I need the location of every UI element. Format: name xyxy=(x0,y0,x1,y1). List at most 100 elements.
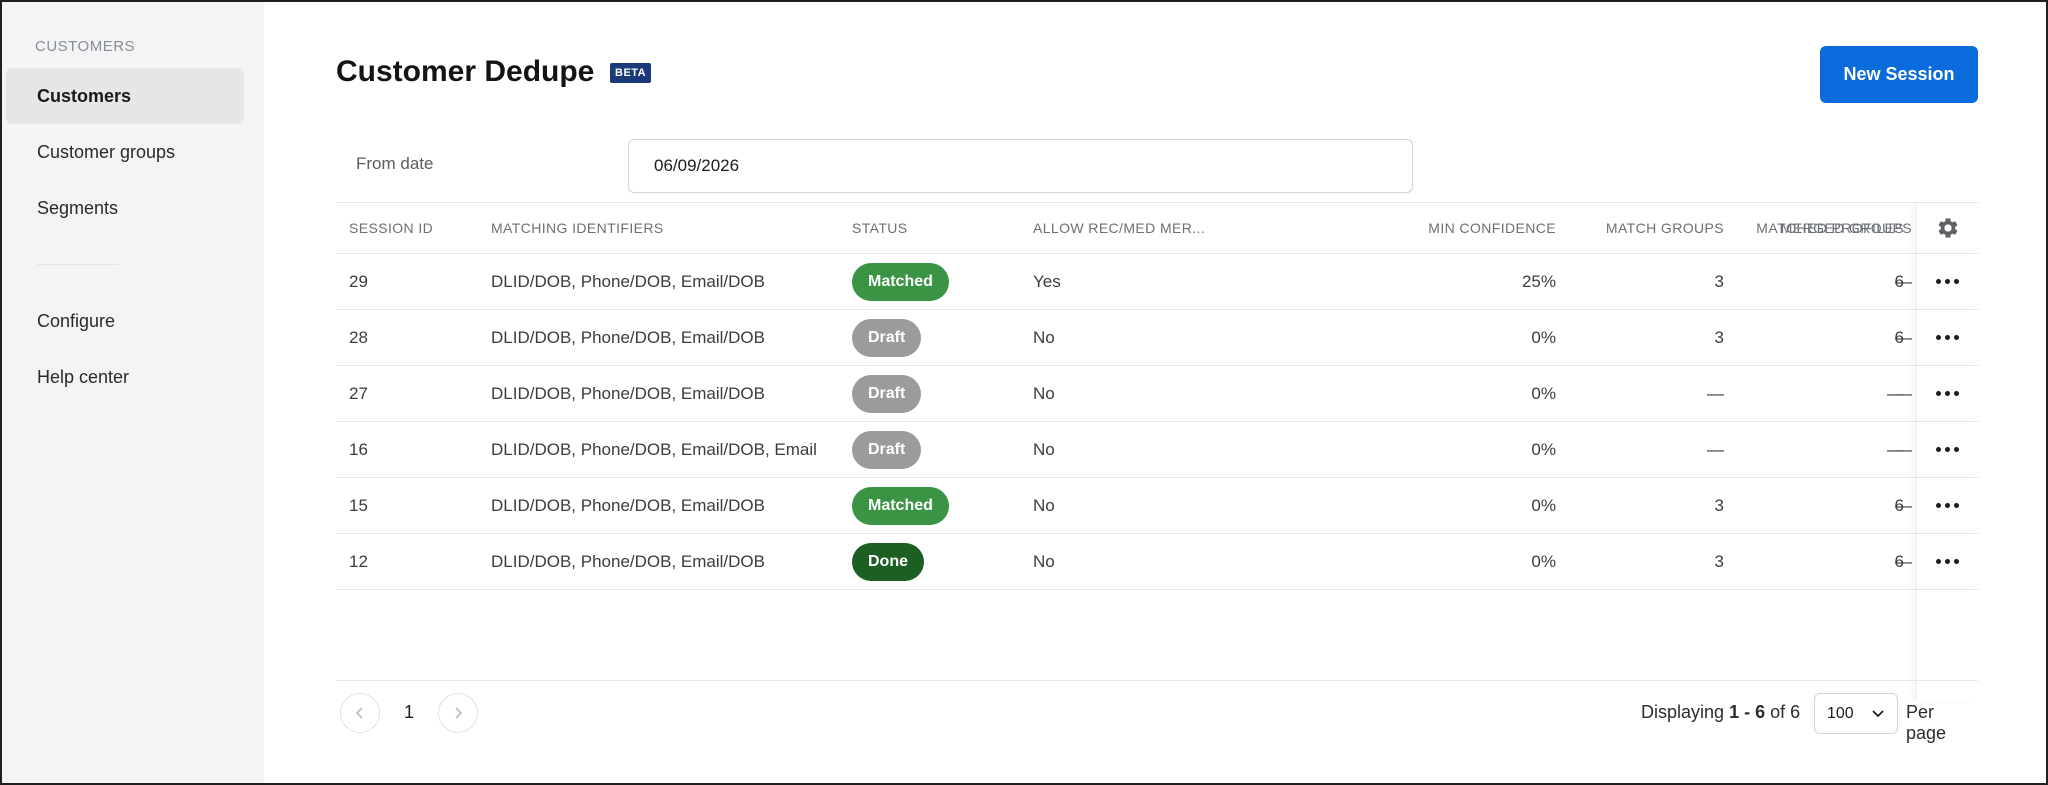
session-id-cell: 27 xyxy=(349,383,368,403)
status-cell: Draft xyxy=(852,310,922,365)
from-date-label: From date xyxy=(356,154,434,173)
matched-profiles-cell: 6 xyxy=(1894,551,1904,571)
column-header-matching-identifiers[interactable]: MATCHING IDENTIFIERS xyxy=(491,203,664,253)
match-groups-cell: 3 xyxy=(1714,327,1724,347)
matched-profiles-cell: — xyxy=(1887,383,1904,403)
session-id-cell: 16 xyxy=(349,439,368,459)
sidebar-item-segments[interactable]: Segments xyxy=(6,180,244,236)
page-title: Customer Dedupe xyxy=(336,55,595,88)
merged-groups-cell: — xyxy=(1895,439,1912,459)
session-id-cell: 12 xyxy=(349,551,368,571)
per-page-label: Per page xyxy=(1906,702,1947,743)
beta-badge: BETA xyxy=(610,63,652,83)
matched-profiles-cell: 6 xyxy=(1894,327,1904,347)
app-window: CUSTOMERS Customers Customer groups Segm… xyxy=(0,0,2048,785)
column-header-min-confidence[interactable]: MIN CONFIDENCE xyxy=(1236,203,1556,253)
sidebar-item-help-center[interactable]: Help center xyxy=(6,349,244,405)
status-badge: Matched xyxy=(852,486,949,525)
status-badge: Draft xyxy=(852,374,922,413)
status-cell: Matched xyxy=(852,478,949,533)
display-prefix: Displaying xyxy=(1641,702,1725,722)
match-groups-cell: 3 xyxy=(1714,551,1724,571)
status-badge: Matched xyxy=(852,262,949,301)
row-actions-button[interactable] xyxy=(1916,310,1978,365)
more-options-icon xyxy=(1936,559,1959,564)
allow-cell: No xyxy=(1033,551,1055,571)
more-options-icon xyxy=(1936,335,1959,340)
per-page-select[interactable]: 100 xyxy=(1814,693,1898,734)
allow-cell: No xyxy=(1033,327,1055,347)
pagination-bar: 1 Displaying 1 - 6 of 6 100 Per page xyxy=(336,680,1978,743)
status-badge: Done xyxy=(852,542,924,581)
min-confidence-cell: 0% xyxy=(1531,383,1556,403)
allow-cell: No xyxy=(1033,383,1055,403)
status-badge: Draft xyxy=(852,430,922,469)
merged-groups-cell: — xyxy=(1895,271,1912,291)
table-row[interactable]: 27 DLID/DOB, Phone/DOB, Email/DOB Draft … xyxy=(336,365,1978,421)
match-groups-cell: — xyxy=(1707,383,1724,403)
column-header-session-id[interactable]: SESSION ID xyxy=(349,203,433,253)
column-header-allow-rec-med[interactable]: ALLOW REC/MED MER... xyxy=(1033,203,1205,253)
sessions-table: SESSION ID MATCHING IDENTIFIERS STATUS A… xyxy=(336,202,1978,701)
row-actions-button[interactable] xyxy=(1916,422,1978,477)
row-actions-button[interactable] xyxy=(1916,478,1978,533)
merged-groups-cell: — xyxy=(1895,383,1912,403)
main-content: Customer Dedupe BETA New Session From da… xyxy=(264,2,2046,783)
from-date-input[interactable] xyxy=(628,139,1413,193)
sidebar-item-label: Customers xyxy=(37,85,132,106)
min-confidence-cell: 0% xyxy=(1531,439,1556,459)
min-confidence-cell: 0% xyxy=(1531,551,1556,571)
merged-groups-cell: — xyxy=(1895,495,1912,515)
matching-identifiers-cell: DLID/DOB, Phone/DOB, Email/DOB xyxy=(491,551,765,571)
column-header-match-groups[interactable]: MATCH GROUPS xyxy=(1564,203,1724,253)
table-row[interactable]: 12 DLID/DOB, Phone/DOB, Email/DOB Done N… xyxy=(336,533,1978,589)
matching-identifiers-cell: DLID/DOB, Phone/DOB, Email/DOB xyxy=(491,383,765,403)
status-cell: Matched xyxy=(852,254,949,309)
column-header-status[interactable]: STATUS xyxy=(852,203,908,253)
table-row[interactable]: 16 DLID/DOB, Phone/DOB, Email/DOB, Email… xyxy=(336,421,1978,477)
match-groups-cell: 3 xyxy=(1714,495,1724,515)
sidebar-item-customers[interactable]: Customers xyxy=(6,68,244,124)
table-row[interactable]: 28 DLID/DOB, Phone/DOB, Email/DOB Draft … xyxy=(336,309,1978,365)
current-page-number[interactable]: 1 xyxy=(404,702,414,723)
display-total: of 6 xyxy=(1770,702,1801,722)
row-actions-button[interactable] xyxy=(1916,534,1978,589)
matching-identifiers-cell: DLID/DOB, Phone/DOB, Email/DOB xyxy=(491,495,765,515)
next-page-button[interactable] xyxy=(438,693,478,733)
matching-identifiers-cell: DLID/DOB, Phone/DOB, Email/DOB, Email xyxy=(491,439,817,459)
status-cell: Done xyxy=(852,534,924,589)
chevron-left-icon xyxy=(355,707,363,719)
column-header-merged-groups[interactable]: MERGED GROUPS xyxy=(1781,203,1912,253)
min-confidence-cell: 25% xyxy=(1521,271,1556,291)
previous-page-button[interactable] xyxy=(340,693,380,733)
allow-cell: No xyxy=(1033,495,1055,515)
table-row[interactable]: 15 DLID/DOB, Phone/DOB, Email/DOB Matche… xyxy=(336,477,1978,533)
sidebar-item-configure[interactable]: Configure xyxy=(6,293,244,349)
matching-identifiers-cell: DLID/DOB, Phone/DOB, Email/DOB xyxy=(491,271,765,291)
column-settings-button[interactable] xyxy=(1916,203,1978,253)
gear-icon xyxy=(1938,218,1957,238)
match-groups-cell: 3 xyxy=(1714,271,1724,291)
match-groups-cell: — xyxy=(1707,439,1724,459)
new-session-button[interactable]: New Session xyxy=(1820,46,1978,103)
sidebar-item-label: Customer groups xyxy=(37,141,176,162)
more-options-icon xyxy=(1936,279,1959,284)
sidebar-section-label: CUSTOMERS xyxy=(35,38,136,55)
row-actions-button[interactable] xyxy=(1916,254,1978,309)
sidebar: CUSTOMERS Customers Customer groups Segm… xyxy=(2,2,264,783)
more-options-icon xyxy=(1936,391,1959,396)
chevron-down-icon xyxy=(1872,709,1884,717)
status-cell: Draft xyxy=(852,366,922,421)
row-actions-button[interactable] xyxy=(1916,366,1978,421)
merged-groups-cell: — xyxy=(1895,327,1912,347)
display-range: 1 - 6 xyxy=(1729,702,1766,722)
status-cell: Draft xyxy=(852,422,922,477)
per-page-value: 100 xyxy=(1827,704,1854,722)
sidebar-item-customer-groups[interactable]: Customer groups xyxy=(6,124,244,180)
table-row[interactable]: 29 DLID/DOB, Phone/DOB, Email/DOB Matche… xyxy=(336,253,1978,309)
matched-profiles-cell: 6 xyxy=(1894,271,1904,291)
session-id-cell: 15 xyxy=(349,495,368,515)
more-options-icon xyxy=(1936,447,1959,452)
merged-groups-cell: — xyxy=(1895,551,1912,571)
allow-cell: Yes xyxy=(1033,271,1061,291)
